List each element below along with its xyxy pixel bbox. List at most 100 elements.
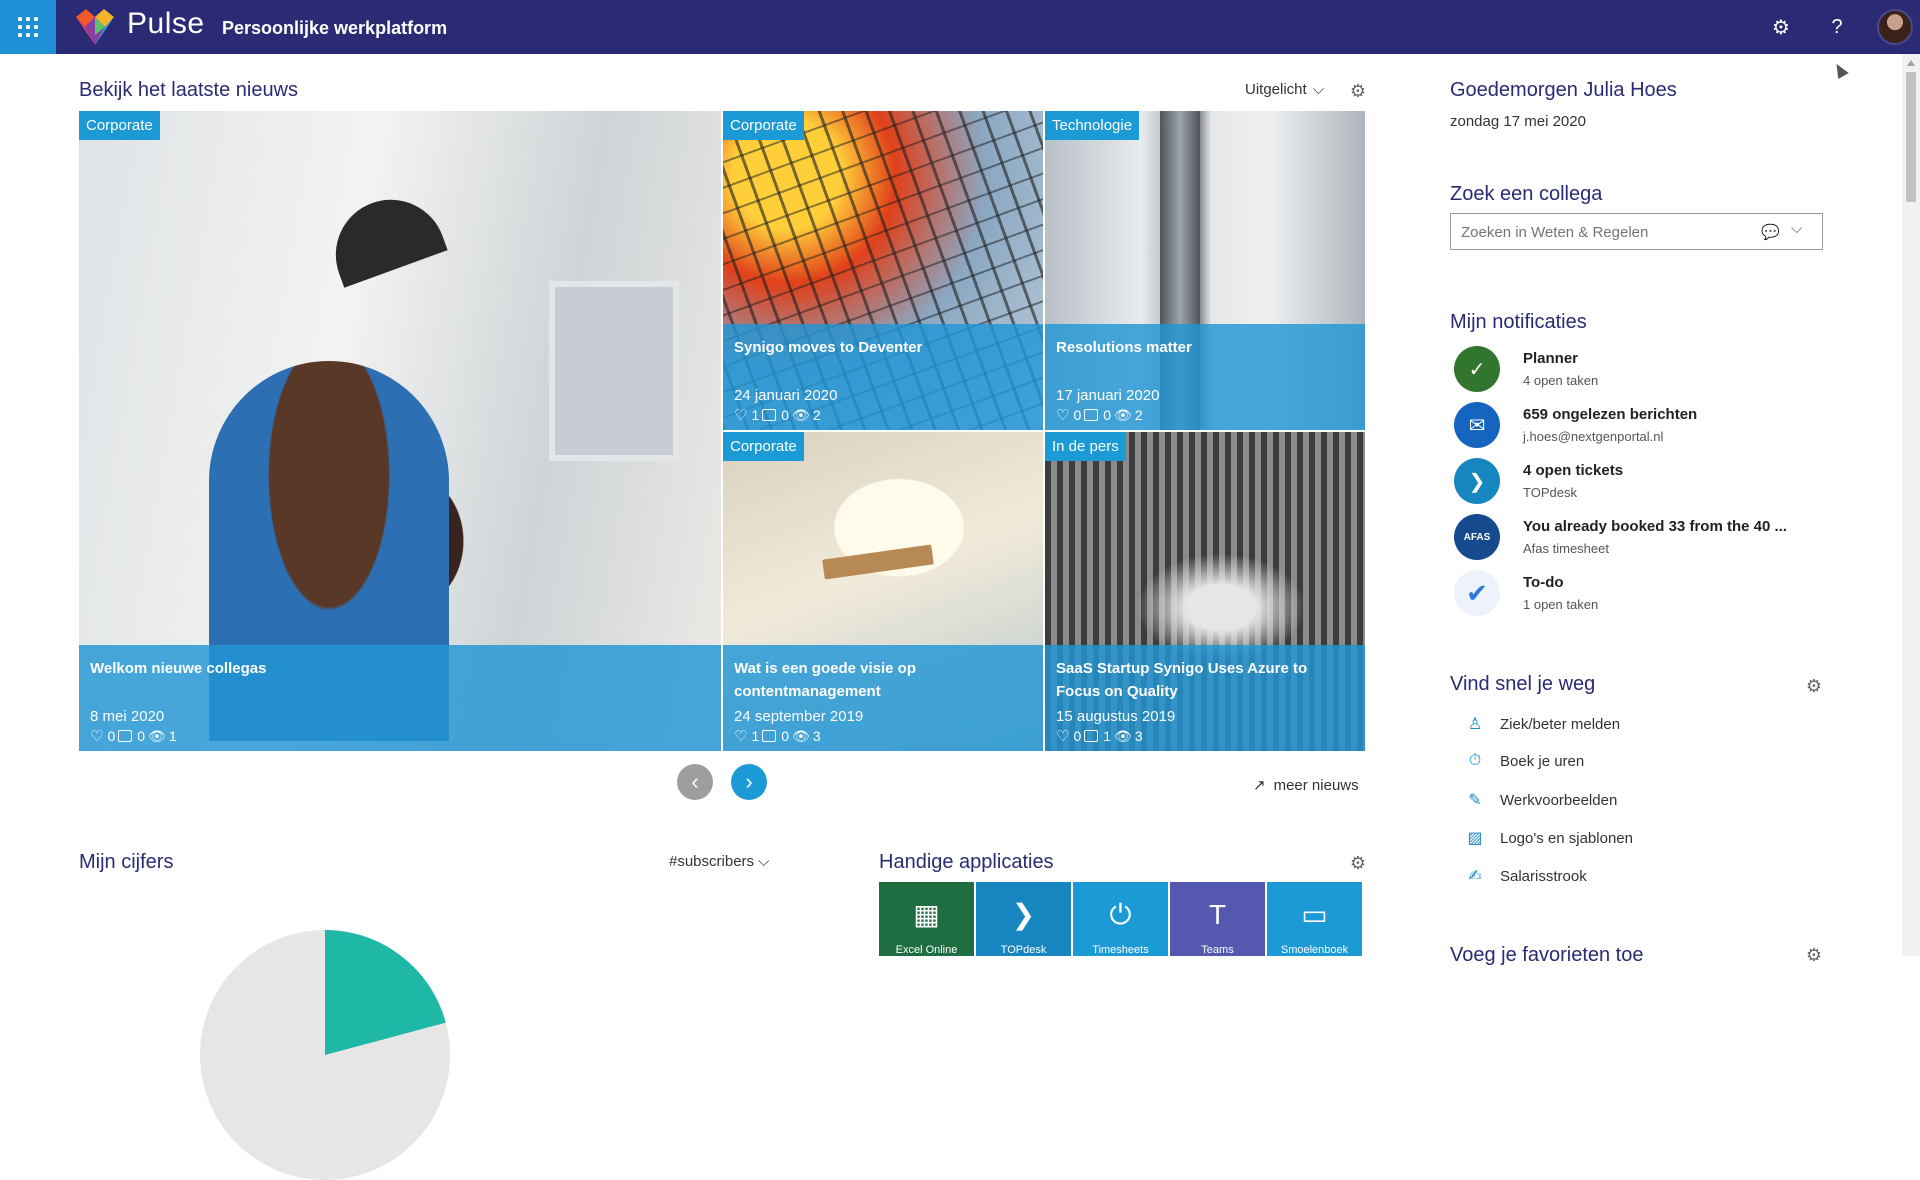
news-tile-featured[interactable]: Corporate Welkom nieuwe collegas 8 mei 2… xyxy=(79,111,721,751)
user-avatar[interactable] xyxy=(1877,9,1913,45)
views-count: 2 xyxy=(1134,407,1143,423)
quicklink-item[interactable]: ♙ Ziek/beter melden xyxy=(1466,714,1620,734)
cijfers-section-title: Mijn cijfers xyxy=(79,851,174,873)
brand-name[interactable]: Pulse xyxy=(127,7,205,41)
notification-title: 4 open tickets xyxy=(1523,462,1624,479)
news-category-tag[interactable]: Corporate xyxy=(79,111,160,140)
news-title[interactable]: Wat is een goede visie op contentmanagem… xyxy=(734,657,1032,703)
notification-title: You already booked 33 from the 40 ... xyxy=(1523,518,1787,535)
more-news-label: meer nieuws xyxy=(1273,776,1359,794)
pulse-logo[interactable] xyxy=(72,7,118,47)
quicklink-label: Logo's en sjablonen xyxy=(1500,829,1633,847)
notification-title: Planner xyxy=(1523,350,1579,367)
news-filter-dropdown[interactable]: Uitgelicht ⌵ xyxy=(1245,81,1324,98)
settings-gear-icon[interactable]: ⚙ xyxy=(1768,14,1794,40)
news-filter-label: Uitgelicht xyxy=(1245,81,1307,98)
carousel-next-button[interactable]: › xyxy=(731,764,767,800)
notification-item[interactable]: ✓ Planner 4 open taken xyxy=(1454,346,1834,396)
chevron-down-icon: ⌵ xyxy=(758,853,770,870)
carousel-prev-button[interactable]: ‹ xyxy=(677,764,713,800)
app-tile-topdesk[interactable]: ❯ TOPdesk xyxy=(976,882,1071,956)
heart-icon[interactable]: ♡ xyxy=(734,406,747,424)
notification-item[interactable]: ✉ 659 ongelezen berichten j.hoes@nextgen… xyxy=(1454,402,1834,452)
news-title[interactable]: SaaS Startup Synigo Uses Azure to Focus … xyxy=(1056,657,1354,703)
news-overlay: Wat is een goede visie op contentmanagem… xyxy=(723,645,1043,751)
quicklink-label: Ziek/beter melden xyxy=(1500,715,1621,733)
likes-count: 0 xyxy=(1073,728,1082,744)
image-icon: ▨ xyxy=(1467,830,1483,847)
mouse-cursor-icon xyxy=(1831,60,1849,80)
quicklink-item[interactable]: ✍ Salarisstrook xyxy=(1466,866,1586,886)
help-icon[interactable]: ? xyxy=(1824,14,1850,40)
cijfers-filter-dropdown[interactable]: #subscribers ⌵ xyxy=(669,853,769,870)
eye-icon: 👁 xyxy=(1114,727,1132,744)
app-launcher-button[interactable] xyxy=(0,0,56,54)
chat-icon[interactable]: 💬 xyxy=(1761,223,1780,241)
scrollbar-thumb[interactable] xyxy=(1906,72,1916,202)
topdesk-icon: ❯ xyxy=(1454,458,1500,504)
apps-settings-gear-icon[interactable]: ⚙ xyxy=(1349,854,1367,872)
pen-icon: ✍ xyxy=(1468,868,1482,885)
comment-icon xyxy=(118,730,133,742)
quicklink-item[interactable]: ✎ Werkvoorbeelden xyxy=(1466,790,1617,810)
news-date: 8 mei 2020 xyxy=(90,708,165,725)
colleague-search-box: 💬 ⌵ xyxy=(1450,213,1823,250)
comments-count: 0 xyxy=(781,407,790,423)
news-tile[interactable]: In de pers SaaS Startup Synigo Uses Azur… xyxy=(1045,432,1365,751)
news-tile[interactable]: Technologie Resolutions matter 17 januar… xyxy=(1045,111,1365,430)
news-settings-gear-icon[interactable]: ⚙ xyxy=(1349,82,1367,100)
quicklink-item[interactable]: ⏱ Boek je uren xyxy=(1466,752,1584,770)
more-news-link[interactable]: ↗ meer nieuws xyxy=(1253,776,1359,795)
notification-subtitle: TOPdesk xyxy=(1523,485,1577,500)
quicklinks-section-title: Vind snel je weg xyxy=(1450,673,1596,695)
comments-count: 1 xyxy=(1103,728,1112,744)
app-tile-teams[interactable]: T Teams xyxy=(1170,882,1265,956)
notification-title: 659 ongelezen berichten xyxy=(1523,406,1698,423)
teams-icon: T xyxy=(1208,899,1227,930)
news-title[interactable]: Welkom nieuwe collegas xyxy=(90,657,710,680)
news-title[interactable]: Synigo moves to Deventer xyxy=(734,336,1032,359)
news-stats: ♡ 0 1 👁 3 xyxy=(1056,727,1143,746)
vertical-scrollbar[interactable] xyxy=(1902,54,1920,956)
news-category-tag[interactable]: In de pers xyxy=(1045,432,1126,461)
news-tile[interactable]: Corporate Wat is een goede visie op cont… xyxy=(723,432,1043,751)
heart-icon[interactable]: ♡ xyxy=(90,727,103,745)
notification-item[interactable]: AFAS You already booked 33 from the 40 .… xyxy=(1454,514,1834,564)
comments-count: 0 xyxy=(781,728,790,744)
greeting-date: zondag 17 mei 2020 xyxy=(1450,113,1586,130)
arrow-up-right-icon: ↗ xyxy=(1253,777,1266,794)
topdesk-icon: ❯ xyxy=(1011,899,1036,930)
quicklinks-settings-gear-icon[interactable]: ⚙ xyxy=(1805,677,1823,695)
apps-section-title: Handige applicaties xyxy=(879,851,1054,873)
quicklink-item[interactable]: ▨ Logo's en sjablonen xyxy=(1466,828,1633,848)
notification-subtitle: 1 open taken xyxy=(1523,597,1599,612)
scroll-up-icon[interactable] xyxy=(1907,60,1915,66)
mail-icon: ✉ xyxy=(1454,402,1500,448)
top-bar: Pulse Persoonlijke werkplatform ⚙ ? xyxy=(0,0,1920,54)
quicklink-label: Werkvoorbeelden xyxy=(1500,791,1618,809)
news-category-tag[interactable]: Technologie xyxy=(1045,111,1140,140)
notification-item[interactable]: ❯ 4 open tickets TOPdesk xyxy=(1454,458,1834,508)
notification-item[interactable]: ✔ To-do 1 open taken xyxy=(1454,570,1834,620)
app-tile-excel[interactable]: ▦ Excel Online xyxy=(879,882,974,956)
news-title[interactable]: Resolutions matter xyxy=(1056,336,1354,359)
heart-icon[interactable]: ♡ xyxy=(1056,406,1069,424)
favorites-settings-gear-icon[interactable]: ⚙ xyxy=(1805,946,1823,964)
app-tile-timesheets[interactable]: ⏻ Timesheets xyxy=(1073,882,1168,956)
news-tile[interactable]: Corporate Synigo moves to Deventer 24 ja… xyxy=(723,111,1043,430)
news-stats: ♡ 0 0 👁 1 xyxy=(90,727,177,746)
news-category-tag[interactable]: Corporate xyxy=(723,111,804,140)
chevron-down-icon[interactable]: ⌵ xyxy=(1791,220,1802,237)
power-icon: ⏻ xyxy=(1109,899,1132,930)
app-tile-smoelenboek[interactable]: ▭ Smoelenboek xyxy=(1267,882,1362,956)
likes-count: 0 xyxy=(107,728,116,744)
heart-icon[interactable]: ♡ xyxy=(1056,727,1069,745)
colleague-search-input[interactable] xyxy=(1461,222,1751,242)
heart-icon[interactable]: ♡ xyxy=(734,727,747,745)
news-category-tag[interactable]: Corporate xyxy=(723,432,804,461)
comments-count: 0 xyxy=(1103,407,1112,423)
person-icon: ♙ xyxy=(1467,716,1483,733)
app-label: TOPdesk xyxy=(1000,944,1047,956)
excel-icon: ▦ xyxy=(913,899,940,930)
views-count: 3 xyxy=(812,728,821,744)
